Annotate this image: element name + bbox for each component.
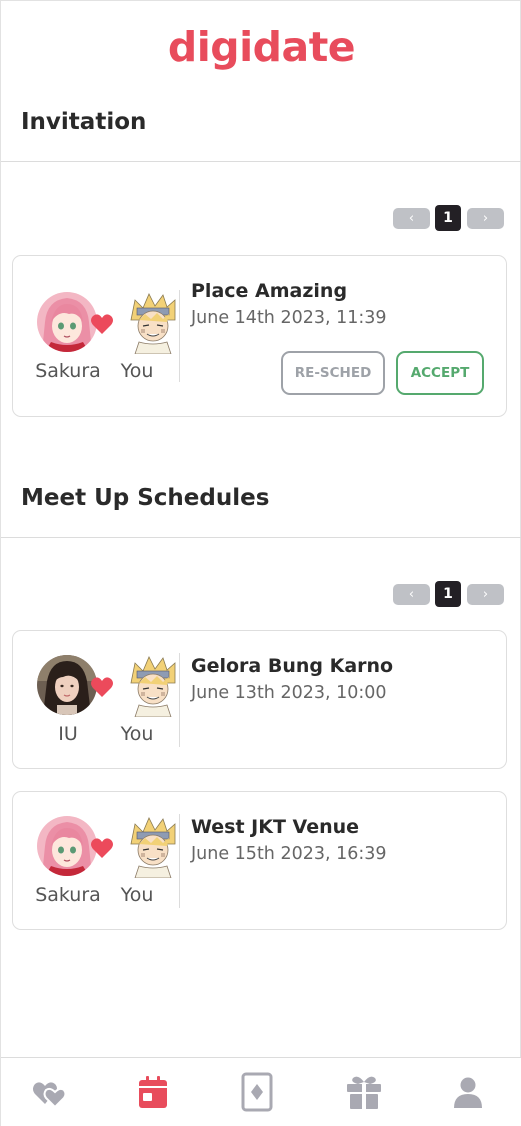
avatar-names: Sakura You [33,360,173,384]
avatar-pair [33,655,163,717]
profile-icon[interactable] [448,1072,488,1112]
heart-icon [90,676,114,698]
meetup-card[interactable]: IU You Gelora Bung Karno June 13th 2023,… [12,630,507,769]
partner-name: Sakura [35,360,101,382]
you-avatar [127,292,179,354]
pager-next-button[interactable]: › [467,208,504,229]
you-name: You [120,360,154,382]
card-icon[interactable] [237,1072,277,1112]
card-separator [179,653,180,747]
place-name: West JKT Venue [191,816,360,838]
meetup-title: Meet Up Schedules [21,485,270,511]
place-name: Place Amazing [191,280,348,302]
you-name: You [120,884,154,906]
app-logo[interactable]: digidate [1,23,521,71]
place-name: Gelora Bung Karno [191,655,394,677]
pager-prev-button[interactable]: ‹ [393,584,430,605]
resched-button[interactable]: RE-SCHED [281,351,385,395]
invitation-pager: ‹ 1 › [393,205,504,231]
accept-button[interactable]: ACCEPT [396,351,484,395]
partner-name: Sakura [35,884,101,906]
pager-current-page[interactable]: 1 [435,205,461,231]
avatar-names: IU You [33,723,173,747]
hearts-icon[interactable] [31,1072,71,1112]
card-separator [179,290,180,382]
iu-avatar [37,655,97,715]
gift-icon[interactable] [344,1072,384,1112]
you-name: You [120,723,154,745]
meetup-pager: ‹ 1 › [393,581,504,607]
heart-icon [90,837,114,859]
bottom-nav [1,1057,521,1126]
you-avatar [127,655,179,717]
invitation-divider [1,161,521,162]
app-frame: digidate Invitation ‹ 1 › Sakura You Pla… [0,0,521,1126]
pager-next-button[interactable]: › [467,584,504,605]
heart-icon [90,313,114,335]
invitation-card[interactable]: Sakura You Place Amazing June 14th 2023,… [12,255,507,417]
date-time: June 13th 2023, 10:00 [191,683,387,703]
sakura-avatar [37,816,97,876]
date-time: June 14th 2023, 11:39 [191,308,387,328]
sakura-avatar [37,292,97,352]
avatar-pair [33,292,163,354]
pager-current-page[interactable]: 1 [435,581,461,607]
partner-name: IU [58,723,78,745]
calendar-icon[interactable] [133,1072,173,1112]
pager-prev-button[interactable]: ‹ [393,208,430,229]
you-avatar [127,816,179,878]
avatar-pair [33,816,163,878]
meetup-card[interactable]: Sakura You West JKT Venue June 15th 2023… [12,791,507,930]
date-time: June 15th 2023, 16:39 [191,844,387,864]
card-separator [179,814,180,908]
invitation-title: Invitation [21,109,147,135]
meetup-divider [1,537,521,538]
avatar-names: Sakura You [33,884,173,908]
